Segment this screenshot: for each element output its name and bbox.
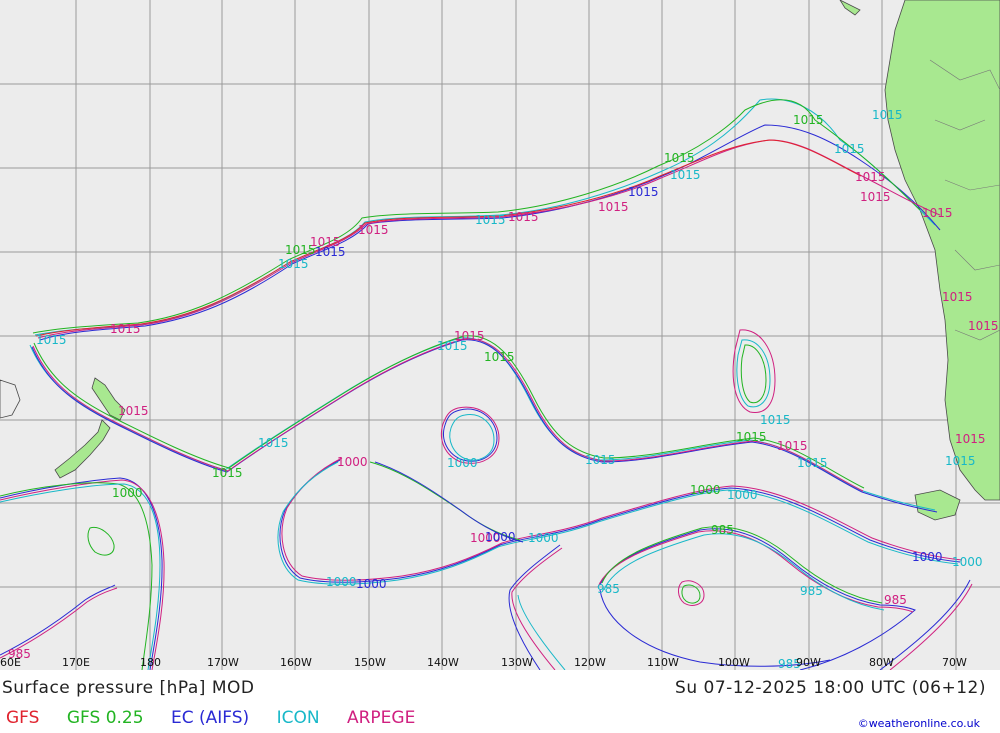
isobar-label: 985 [800, 584, 823, 598]
isobar-label: 1015 [968, 319, 999, 333]
isobar-label: 1000 [326, 575, 357, 589]
pressure-map: 1015 1015 1015 1015 1015 1015 1015 1015 … [0, 0, 1000, 670]
legend-arpege[interactable]: ARPEGE [347, 708, 415, 728]
lon-label: 170E [62, 656, 90, 669]
model-legend: GFS GFS 0.25 EC (AIFS) ICON ARPEGE [6, 708, 437, 728]
isobar-label: 1015 [484, 350, 515, 364]
isobar-label: 1015 [945, 454, 976, 468]
isobar-label: 985 [597, 582, 620, 596]
isobar-label: 1015 [942, 290, 973, 304]
lon-label: 110W [647, 656, 679, 669]
lon-label: 180 [140, 656, 161, 669]
isobar-label: 1000 [337, 455, 368, 469]
isobar-label: 1015 [855, 170, 886, 184]
isobar-label: 1015 [664, 151, 695, 165]
isobar-label: 1015 [315, 245, 346, 259]
isobar-label: 1015 [454, 329, 485, 343]
valid-datetime: Su 07-12-2025 18:00 UTC (06+12) [675, 678, 986, 698]
isobar-label: 1015 [508, 210, 539, 224]
isobar-label: 1015 [628, 185, 659, 199]
isobar-label: 1015 [955, 432, 986, 446]
isobar-label: 1000 [356, 577, 387, 591]
lon-label: 60E [0, 656, 21, 669]
isobar-label: 1015 [258, 436, 289, 450]
isobar-label: 1015 [872, 108, 903, 122]
isobar-label: 1015 [736, 430, 767, 444]
isobar-label: 1015 [475, 213, 506, 227]
lon-label: 160W [280, 656, 312, 669]
map-footer: Surface pressure [hPa] MOD Su 07-12-2025… [0, 670, 1000, 733]
credit-link[interactable]: ©weatheronline.co.uk [858, 717, 980, 730]
legend-gfs[interactable]: GFS [6, 708, 39, 728]
weather-map-view: 1015 1015 1015 1015 1015 1015 1015 1015 … [0, 0, 1000, 733]
isobar-label: 1000 [952, 555, 983, 569]
isobar-label: 1015 [110, 322, 141, 336]
isobar-label: 1015 [670, 168, 701, 182]
isobar-label: 1015 [793, 113, 824, 127]
lon-label: 150W [354, 656, 386, 669]
isobar-label: 985 [711, 523, 734, 537]
isobar-label: 1000 [485, 530, 516, 544]
isobar-label: 1015 [598, 200, 629, 214]
map-title: Surface pressure [hPa] MOD [2, 678, 255, 698]
lon-label: 170W [207, 656, 239, 669]
isobar-label: 1015 [212, 466, 243, 480]
isobar-label: 1015 [834, 142, 865, 156]
legend-gfs-025[interactable]: GFS 0.25 [67, 708, 144, 728]
isobar-label: 1000 [912, 550, 943, 564]
legend-ec-aifs[interactable]: EC (AIFS) [171, 708, 249, 728]
isobar-label: 1015 [118, 404, 149, 418]
isobar-label: 1015 [860, 190, 891, 204]
isobar-label: 1015 [585, 453, 616, 467]
isobar-label: 1015 [797, 456, 828, 470]
lon-label: 130W [501, 656, 533, 669]
isobar-label: 1000 [447, 456, 478, 470]
lon-label: 80W [869, 656, 894, 669]
isobar-label: 1000 [690, 483, 721, 497]
isobar-label: 1015 [777, 439, 808, 453]
lon-label: 120W [574, 656, 606, 669]
legend-icon[interactable]: ICON [277, 708, 320, 728]
lon-label: 100W [718, 656, 750, 669]
isobar-label: 1000 [727, 488, 758, 502]
lon-label: 90W [796, 656, 821, 669]
isobar-label: 1000 [528, 531, 559, 545]
lon-label: 140W [427, 656, 459, 669]
isobar-label: 1015 [278, 257, 309, 271]
isobar-label: 1015 [760, 413, 791, 427]
lon-label: 70W [942, 656, 967, 669]
isobar-label: 1000 [112, 486, 143, 500]
isobar-label: 1015 [358, 223, 389, 237]
isobar-label: 1015 [36, 333, 67, 347]
isobar-label: 1015 [922, 206, 953, 220]
isobar-label: 985 [884, 593, 907, 607]
